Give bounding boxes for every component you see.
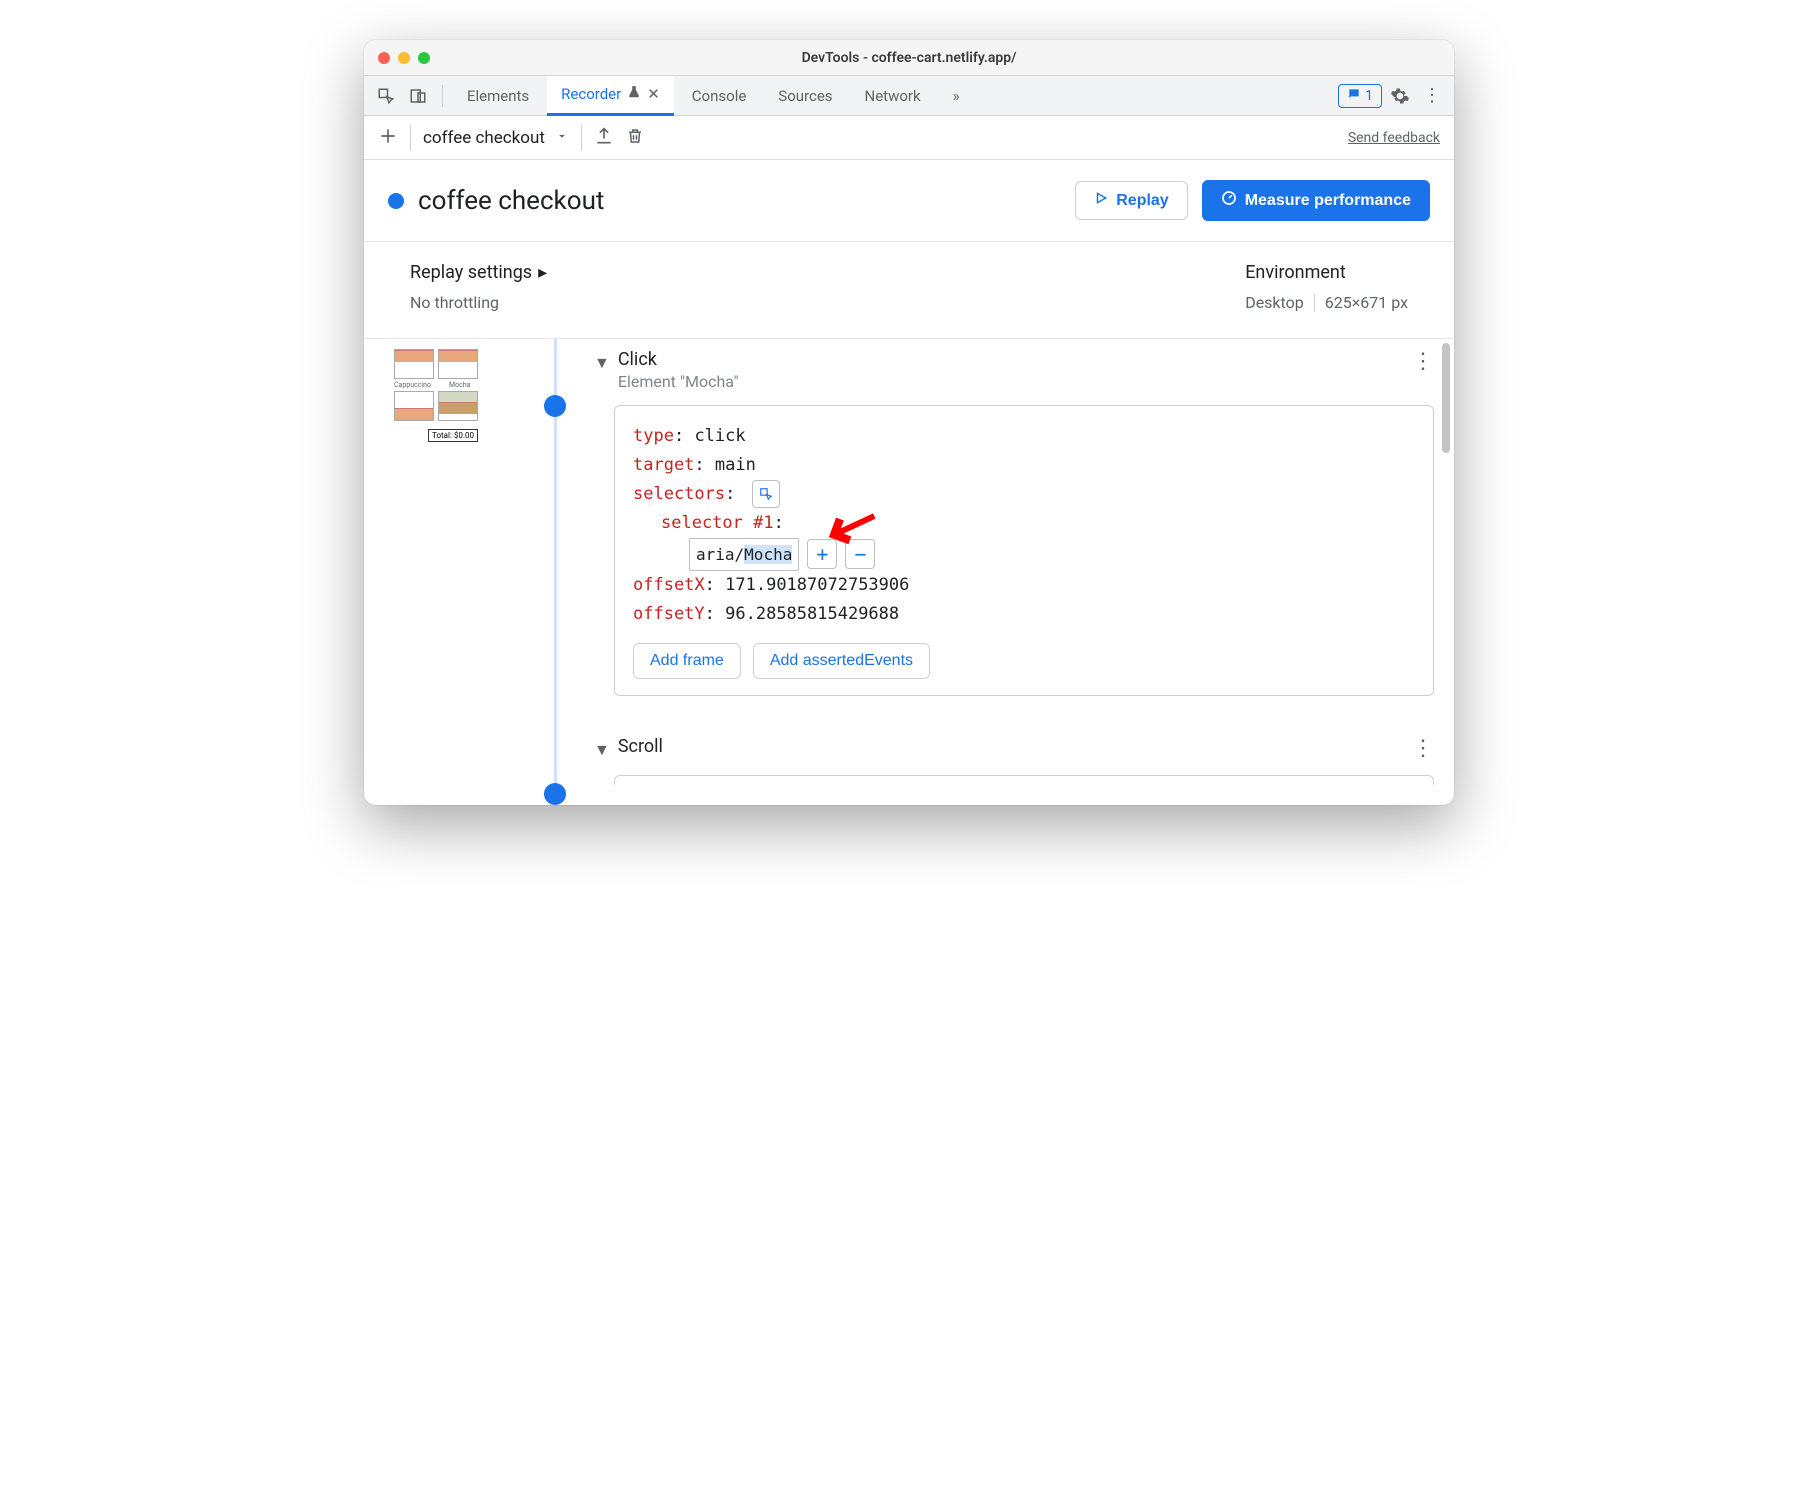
detail-row: selectors: [633, 480, 1415, 509]
detail-row: type: click [633, 422, 1415, 451]
replay-button[interactable]: Replay [1075, 181, 1187, 220]
measure-performance-button[interactable]: Measure performance [1202, 180, 1430, 221]
step-title: Scroll [618, 736, 663, 757]
step-node[interactable] [544, 783, 566, 805]
dimensions-label: 625×671 px [1325, 293, 1408, 312]
step-details: type: click target: main selectors: sele… [614, 405, 1434, 696]
page-thumbnail: Cappuccino Mocha Total: $0.00 [394, 349, 478, 442]
steps-column: ▼ Click Element "Mocha" ⋮ type: click ta… [574, 339, 1454, 805]
recording-select-label: coffee checkout [423, 128, 545, 148]
chevron-down-icon [555, 128, 569, 148]
collapse-icon: ▼ [594, 740, 610, 760]
send-feedback-link[interactable]: Send feedback [1348, 130, 1440, 146]
step-scroll: ▼ Scroll ⋮ [584, 736, 1434, 785]
separator [442, 85, 443, 107]
settings-gear-icon[interactable] [1386, 82, 1414, 110]
tab-label: Console [692, 87, 747, 105]
add-frame-button[interactable]: Add frame [633, 643, 741, 679]
tab-elements[interactable]: Elements [453, 76, 543, 116]
flask-icon [627, 85, 641, 103]
separator [1314, 294, 1315, 312]
tab-network[interactable]: Network [851, 76, 935, 116]
recording-status-dot [388, 193, 404, 209]
chevron-right-icon: ▸ [538, 262, 547, 283]
minimize-window-button[interactable] [398, 52, 410, 64]
separator [410, 125, 411, 151]
devtools-tabbar: Elements Recorder ✕ Console Sources Netw… [364, 76, 1454, 116]
selector-row: selector #1: [633, 509, 1415, 538]
tab-sources[interactable]: Sources [764, 76, 846, 116]
recording-select[interactable]: coffee checkout [423, 128, 569, 148]
chat-icon [1347, 87, 1361, 105]
environment-group: Environment Desktop 625×671 px [1245, 262, 1408, 312]
separator [581, 125, 582, 151]
tab-recorder[interactable]: Recorder ✕ [547, 76, 674, 116]
issues-count: 1 [1365, 88, 1373, 104]
detail-row: offsetY: 96.28585815429688 [633, 600, 1415, 629]
detail-row: target: main [633, 451, 1415, 480]
step-click: ▼ Click Element "Mocha" ⋮ type: click ta… [584, 349, 1434, 696]
issues-badge[interactable]: 1 [1338, 84, 1382, 108]
gauge-icon [1221, 190, 1237, 211]
new-recording-button[interactable] [378, 126, 398, 150]
pick-selector-button[interactable] [752, 480, 780, 508]
tab-label: Network [865, 87, 921, 105]
thumbnail-gutter: Cappuccino Mocha Total: $0.00 [364, 339, 534, 805]
timeline-area: Cappuccino Mocha Total: $0.00 ▼ [364, 339, 1454, 805]
window-title: DevTools - coffee-cart.netlify.app/ [364, 50, 1454, 66]
environment-values: Desktop 625×671 px [1245, 293, 1408, 312]
step-title: Click [618, 349, 739, 370]
step-subtitle: Element "Mocha" [618, 372, 739, 391]
scrollbar-thumb[interactable] [1442, 343, 1450, 453]
traffic-lights [378, 52, 430, 64]
recorder-toolbar: coffee checkout Send feedback [364, 116, 1454, 160]
replay-settings-heading[interactable]: Replay settings ▸ [410, 262, 547, 283]
maximize-window-button[interactable] [418, 52, 430, 64]
settings-row: Replay settings ▸ No throttling Environm… [364, 242, 1454, 339]
action-buttons: Add frame Add assertedEvents [633, 643, 1415, 679]
detail-row: offsetX: 171.90187072753906 [633, 571, 1415, 600]
step-header[interactable]: ▼ Click Element "Mocha" ⋮ [584, 349, 1434, 391]
kebab-menu-icon[interactable]: ⋮ [1418, 82, 1446, 110]
close-window-button[interactable] [378, 52, 390, 64]
step-details-truncated [614, 775, 1434, 785]
step-kebab-menu[interactable]: ⋮ [1412, 736, 1434, 761]
recording-header: coffee checkout Replay Measure performan… [364, 160, 1454, 242]
throttling-value: No throttling [410, 293, 547, 312]
selector-value-row: aria/Mocha + − [633, 538, 1415, 571]
tab-label: Sources [778, 87, 832, 105]
replay-label: Replay [1116, 192, 1168, 210]
collapse-icon: ▼ [594, 353, 610, 373]
toggle-device-icon[interactable] [404, 82, 432, 110]
delete-button[interactable] [626, 127, 644, 149]
tab-console[interactable]: Console [678, 76, 761, 116]
devtools-window: DevTools - coffee-cart.netlify.app/ Elem… [364, 40, 1454, 805]
export-button[interactable] [594, 126, 614, 150]
close-tab-icon[interactable]: ✕ [647, 85, 660, 103]
tab-label: Recorder [561, 85, 621, 103]
replay-settings-group: Replay settings ▸ No throttling [410, 262, 547, 312]
tab-label: Elements [467, 87, 529, 105]
timeline-track [534, 339, 574, 805]
measure-label: Measure performance [1245, 192, 1411, 210]
more-tabs-button[interactable]: » [939, 76, 974, 116]
add-selector-button[interactable]: + [807, 539, 837, 569]
step-node[interactable] [544, 395, 566, 417]
recording-title: coffee checkout [418, 186, 604, 216]
add-asserted-events-button[interactable]: Add assertedEvents [753, 643, 930, 679]
selector-input[interactable]: aria/Mocha [689, 538, 799, 571]
step-kebab-menu[interactable]: ⋮ [1412, 349, 1434, 374]
device-label: Desktop [1245, 293, 1304, 312]
play-icon [1094, 191, 1108, 210]
total-label: Total: $0.00 [428, 429, 478, 442]
step-header[interactable]: ▼ Scroll ⋮ [584, 736, 1434, 761]
remove-selector-button[interactable]: − [845, 539, 875, 569]
environment-heading: Environment [1245, 262, 1408, 283]
inspect-element-icon[interactable] [372, 82, 400, 110]
titlebar: DevTools - coffee-cart.netlify.app/ [364, 40, 1454, 76]
